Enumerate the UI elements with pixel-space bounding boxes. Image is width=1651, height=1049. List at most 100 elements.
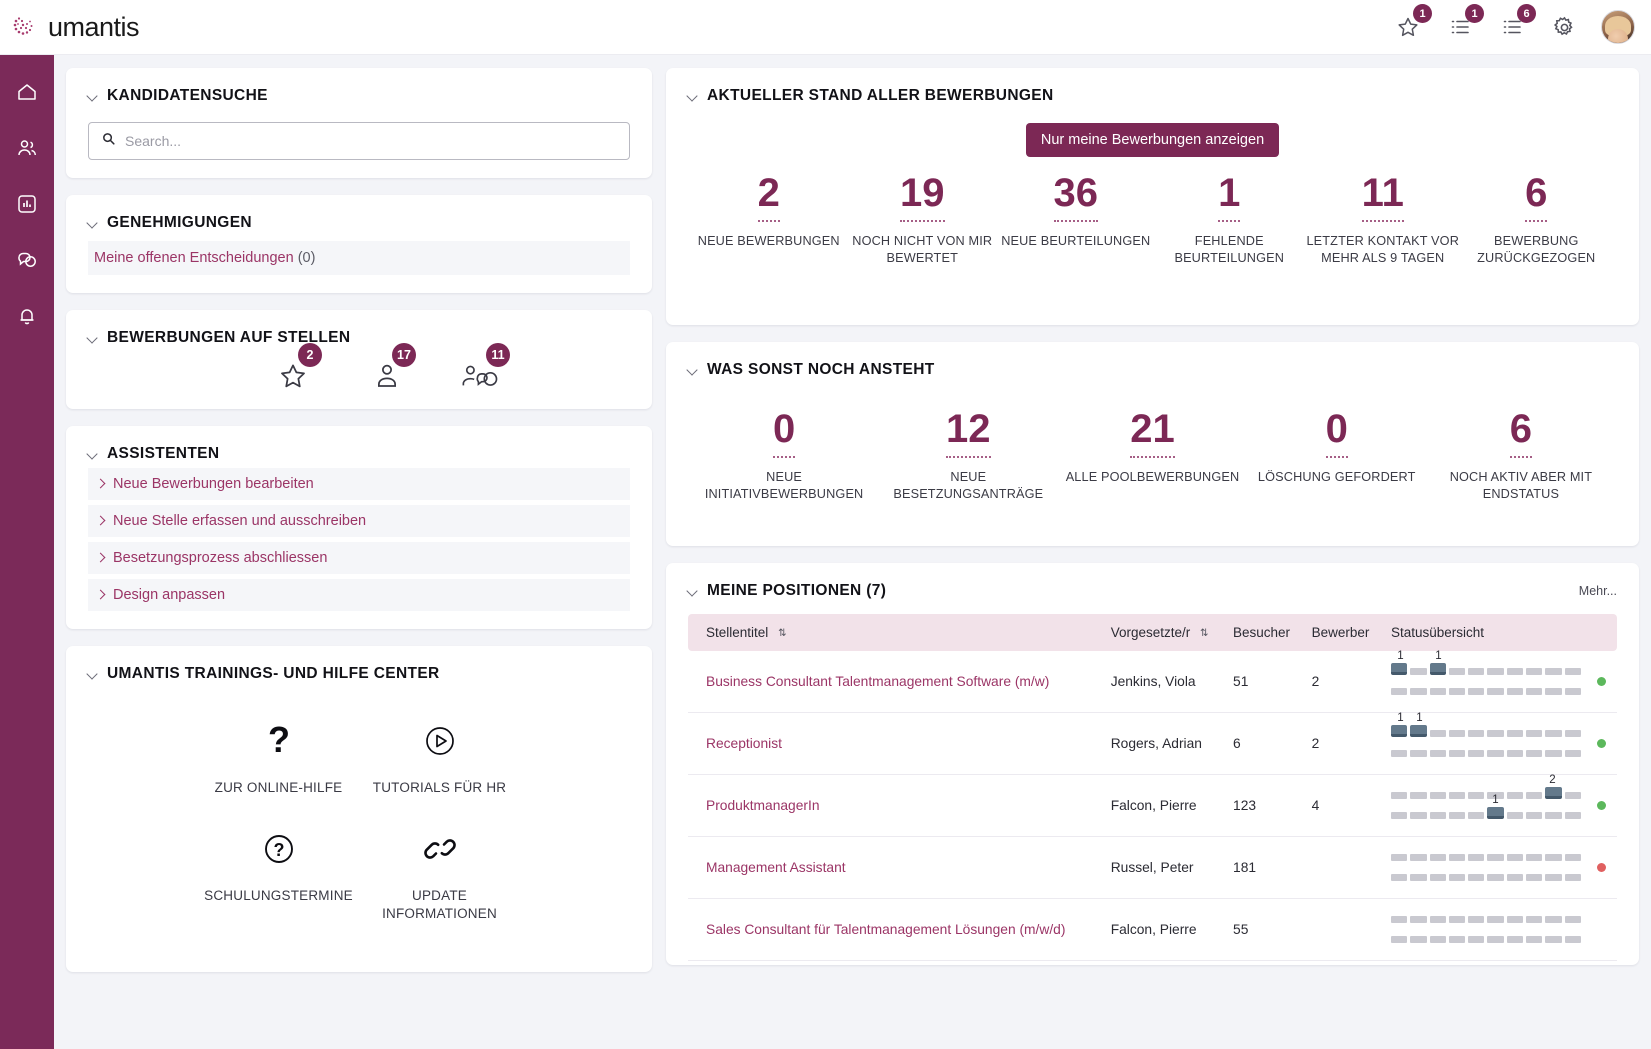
sidebar xyxy=(0,55,54,1049)
favorites-applications-button[interactable]: 2 xyxy=(270,345,316,391)
kpi-4[interactable]: 11LETZTER KONTAKT VOR MEHR ALS 9 TAGEN xyxy=(1306,173,1460,267)
cell-vorgesetzte: Russel, Peter xyxy=(1103,836,1225,898)
status-bars: 11 xyxy=(1391,668,1581,695)
chevron-down-icon[interactable] xyxy=(88,449,98,459)
star-icon[interactable]: 1 xyxy=(1393,12,1423,42)
status-segment-filled xyxy=(1430,663,1446,675)
table-row[interactable]: Business Consultant Talentmanagement Sof… xyxy=(688,651,1617,713)
chevron-down-icon[interactable] xyxy=(88,218,98,228)
col-bewerber[interactable]: Bewerber xyxy=(1304,614,1383,651)
sidebar-item-people[interactable] xyxy=(10,131,44,165)
table-row[interactable]: Sales Consultant für Talentmanagement Lö… xyxy=(688,898,1617,960)
help-item-training-dates[interactable]: ? SCHULUNGSTERMINE xyxy=(198,829,359,923)
gear-icon[interactable] xyxy=(1549,12,1579,42)
candidates-button[interactable]: 17 xyxy=(364,345,410,391)
list-icon[interactable]: 1 xyxy=(1445,12,1475,42)
kpi-4[interactable]: 6NOCH AKTIV ABER MIT ENDSTATUS xyxy=(1429,409,1613,503)
status-segment xyxy=(1410,688,1426,695)
position-link[interactable]: Receptionist xyxy=(706,736,782,751)
status-bar-bottom xyxy=(1391,688,1581,695)
help-item-update-info[interactable]: UPDATE INFORMATIONEN xyxy=(359,829,520,923)
pending-kpi-row: 0NEUE INITIATIVBEWERBUNGEN12NEUE BESETZU… xyxy=(688,409,1617,503)
col-statusuebersicht[interactable]: Statusübersicht xyxy=(1383,614,1589,651)
avatar[interactable] xyxy=(1601,10,1635,44)
list-badge: 1 xyxy=(1465,4,1484,23)
kpi-label: NEUE BEURTEILUNGEN xyxy=(1001,233,1150,250)
candidate-feedback-badge: 11 xyxy=(486,343,510,367)
status-bar-top xyxy=(1391,854,1581,861)
approvals-open-decisions-link[interactable]: Meine offenen Entscheidungen (0) xyxy=(88,241,630,275)
status-segment xyxy=(1468,812,1484,819)
sidebar-item-home[interactable] xyxy=(10,75,44,109)
assistant-item-2[interactable]: Besetzungsprozess abschliessen xyxy=(88,542,630,574)
kpi-1[interactable]: 19NOCH NICHT VON MIR BEWERTET xyxy=(846,173,1000,267)
status-segment xyxy=(1430,936,1446,943)
sort-icon[interactable]: ⇅ xyxy=(778,629,786,639)
kpi-3[interactable]: 1FEHLENDE BEURTEILUNGEN xyxy=(1153,173,1307,267)
status-segment xyxy=(1565,750,1581,757)
question-mark-icon: ? xyxy=(262,721,296,766)
position-link[interactable]: ProduktmanagerIn xyxy=(706,798,820,813)
assistant-item-1[interactable]: Neue Stelle erfassen und ausschreiben xyxy=(88,505,630,537)
cell-besucher: 181 xyxy=(1225,836,1304,898)
kpi-1[interactable]: 12NEUE BESETZUNGSANTRÄGE xyxy=(876,409,1060,503)
positions-more-link[interactable]: Mehr... xyxy=(1579,584,1617,598)
chevron-down-icon[interactable] xyxy=(88,333,98,343)
chevron-down-icon[interactable] xyxy=(688,586,698,596)
cell-statusuebersicht: 21 xyxy=(1383,774,1589,836)
search-input[interactable] xyxy=(125,133,617,149)
position-link[interactable]: Business Consultant Talentmanagement Sof… xyxy=(706,674,1049,689)
search-box[interactable] xyxy=(88,122,630,160)
kpi-label: ALLE POOLBEWERBUNGEN xyxy=(1066,469,1240,486)
kpi-2[interactable]: 21ALLE POOLBEWERBUNGEN xyxy=(1060,409,1244,503)
kpi-0[interactable]: 0NEUE INITIATIVBEWERBUNGEN xyxy=(692,409,876,503)
sidebar-item-chart[interactable] xyxy=(10,187,44,221)
status-segment xyxy=(1507,854,1523,861)
status-segment xyxy=(1545,916,1561,923)
position-link[interactable]: Sales Consultant für Talentmanagement Lö… xyxy=(706,922,1065,937)
sidebar-item-notifications[interactable] xyxy=(10,299,44,333)
help-item-online-help[interactable]: ? ZUR ONLINE-HILFE xyxy=(198,721,359,797)
status-segment xyxy=(1526,854,1542,861)
help-item-label: ZUR ONLINE-HILFE xyxy=(215,779,343,797)
assistant-item-3[interactable]: Design anpassen xyxy=(88,579,630,611)
kpi-5[interactable]: 6BEWERBUNG ZURÜCKGEZOGEN xyxy=(1460,173,1614,267)
kpi-label: LÖSCHUNG GEFORDERT xyxy=(1258,469,1416,486)
app-logo[interactable]: umantis xyxy=(10,12,139,43)
assistant-item-label: Besetzungsprozess abschliessen xyxy=(113,550,327,566)
status-bar-bottom xyxy=(1391,936,1581,943)
sort-icon[interactable]: ⇅ xyxy=(1200,629,1208,639)
help-item-tutorials[interactable]: TUTORIALS FÜR HR xyxy=(359,721,520,797)
status-segment xyxy=(1565,812,1581,819)
assistant-item-0[interactable]: Neue Bewerbungen bearbeiten xyxy=(88,468,630,500)
status-segment xyxy=(1468,688,1484,695)
position-link[interactable]: Management Assistant xyxy=(706,860,846,875)
status-segment xyxy=(1545,874,1561,881)
table-row[interactable]: Management Assistant Russel, Peter181 xyxy=(688,836,1617,898)
col-besucher[interactable]: Besucher xyxy=(1225,614,1304,651)
kpi-3[interactable]: 0LÖSCHUNG GEFORDERT xyxy=(1245,409,1429,503)
chevron-down-icon[interactable] xyxy=(88,91,98,101)
table-row[interactable]: ReceptionistRogers, Adrian6211 xyxy=(688,712,1617,774)
status-segment xyxy=(1507,792,1523,799)
table-row[interactable]: ProduktmanagerInFalcon, Pierre123421 xyxy=(688,774,1617,836)
list-alt-icon[interactable]: 6 xyxy=(1497,12,1527,42)
kpi-0[interactable]: 2NEUE BEWERBUNGEN xyxy=(692,173,846,267)
chevron-down-icon[interactable] xyxy=(688,365,698,375)
status-segment xyxy=(1410,812,1426,819)
status-segment xyxy=(1565,730,1581,737)
candidate-feedback-button[interactable]: 11 xyxy=(458,345,504,391)
col-stellentitel[interactable]: Stellentitel ⇅ xyxy=(688,614,1103,651)
card-applications-on-jobs: BEWERBUNGEN AUF STELLEN 2 17 xyxy=(66,310,652,409)
kpi-label: NEUE BESETZUNGSANTRÄGE xyxy=(876,469,1060,503)
status-segment xyxy=(1507,812,1523,819)
main-content: KANDIDATENSUCHE GENEHMIGUNGEN Meine offe… xyxy=(54,55,1651,1049)
show-only-my-applications-button[interactable]: Nur meine Bewerbungen anzeigen xyxy=(1026,123,1279,157)
kpi-2[interactable]: 36NEUE BEURTEILUNGEN xyxy=(999,173,1153,267)
cell-stellentitel: Receptionist xyxy=(688,712,1103,774)
chevron-down-icon[interactable] xyxy=(88,669,98,679)
chevron-down-icon[interactable] xyxy=(688,91,698,101)
col-vorgesetzte[interactable]: Vorgesetzte/r ⇅ xyxy=(1103,614,1225,651)
sidebar-item-chat[interactable] xyxy=(10,243,44,277)
status-segment xyxy=(1565,668,1581,675)
